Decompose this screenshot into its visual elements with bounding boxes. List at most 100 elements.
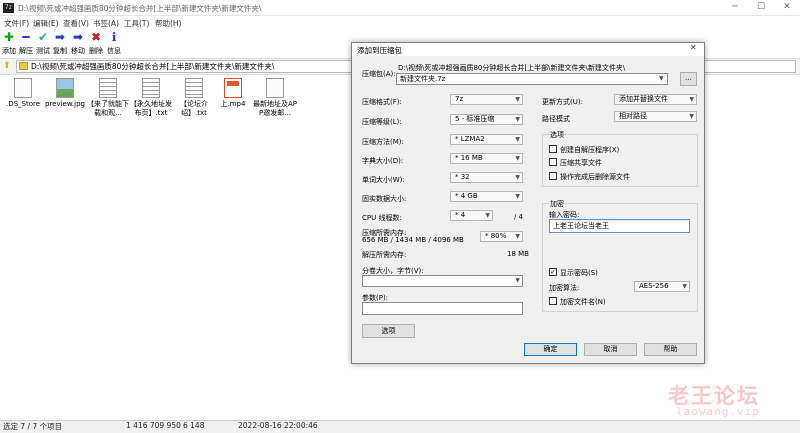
file-item[interactable]: 【来了就能下载和观...	[86, 78, 130, 118]
help-button[interactable]: 帮助	[644, 343, 697, 356]
delete-after-label: 操作完成后删除源文件	[560, 173, 630, 181]
level-value: 5 - 标准压缩	[455, 115, 495, 123]
file-item[interactable]: .DS_Store	[1, 78, 45, 109]
dictionary-label: 字典大小(D):	[362, 157, 404, 165]
menu-help[interactable]: 帮助(H)	[155, 18, 182, 29]
chevron-down-icon[interactable]: ▼	[659, 73, 668, 85]
chevron-down-icon: ▼	[515, 233, 520, 240]
encryption-method-value: AES-256	[639, 282, 669, 290]
text-file-icon	[185, 78, 203, 98]
compress-memory-detail: 656 MB / 1434 MB / 4096 MB	[362, 236, 464, 244]
solid-block-value: * 4 GB	[455, 192, 478, 200]
update-mode-select[interactable]: 添加并替换文件 ▼	[614, 94, 697, 105]
path-mode-label: 路径模式	[542, 115, 570, 123]
up-folder-icon[interactable]: ⬆	[3, 60, 13, 72]
extract-button[interactable]: ━ 解压	[18, 30, 34, 56]
memory-percent-select[interactable]: * 80% ▼	[480, 231, 523, 242]
cpu-threads-value: * 4	[455, 211, 466, 219]
word-size-label: 单词大小(W):	[362, 176, 405, 184]
chevron-down-icon: ▼	[689, 113, 694, 120]
encryption-method-select[interactable]: AES-256 ▼	[634, 281, 690, 292]
solid-block-label: 固实数据大小:	[362, 195, 407, 203]
show-password-label: 显示密码(S)	[560, 269, 598, 277]
folder-icon	[19, 62, 28, 70]
create-sfx-checkbox[interactable]	[549, 145, 557, 153]
chevron-down-icon: ▼	[515, 174, 520, 181]
split-volume-input[interactable]: ▼	[362, 275, 523, 287]
chevron-down-icon: ▼	[515, 277, 520, 284]
chevron-down-icon: ▼	[689, 96, 694, 103]
extract-label: 解压	[19, 47, 33, 55]
add-label: 添加	[2, 47, 16, 55]
method-value: * LZMA2	[455, 135, 485, 143]
delete-label: 删除	[89, 47, 103, 55]
move-button[interactable]: ➡ 移动	[70, 31, 86, 56]
extract-icon: ━	[22, 30, 30, 44]
7zip-app-icon: 7z	[3, 3, 14, 13]
menu-edit[interactable]: 编辑(E)	[33, 18, 59, 29]
text-file-icon	[99, 78, 117, 98]
delete-icon: ✖	[90, 30, 102, 44]
encrypt-names-label: 加密文件名(N)	[560, 298, 606, 306]
format-value: 7z	[455, 95, 464, 103]
encrypt-names-checkbox[interactable]	[549, 297, 557, 305]
test-label: 测试	[36, 47, 50, 55]
create-sfx-label: 创建自解压程序(X)	[560, 146, 620, 154]
copy-button[interactable]: ➡ 复制	[52, 31, 68, 56]
memory-percent-value: * 80%	[485, 232, 507, 240]
method-label: 压缩方法(M):	[362, 138, 404, 146]
password-input[interactable]: 上老王论坛当老王	[549, 219, 690, 233]
file-name: 上.mp4	[220, 100, 246, 108]
archive-label: 压缩包(A):	[362, 70, 396, 78]
info-button[interactable]: ℹ 信息	[106, 31, 122, 56]
show-password-checkbox[interactable]: ✓	[549, 268, 557, 276]
dictionary-select[interactable]: * 16 MB ▼	[450, 153, 523, 164]
menu-bar	[0, 16, 800, 29]
update-mode-value: 添加并替换文件	[619, 95, 668, 103]
file-item[interactable]: 最新地址及APP邀发邮...	[253, 78, 297, 118]
level-label: 压缩等级(L):	[362, 118, 402, 126]
close-button[interactable]: ✕	[774, 0, 800, 16]
dialog-close-button[interactable]: ✕	[690, 43, 697, 52]
decompress-memory-label: 解压所需内存:	[362, 251, 407, 259]
file-item[interactable]: 【永久地址发布页】.txt	[129, 78, 173, 118]
method-select[interactable]: * LZMA2 ▼	[450, 134, 523, 145]
chevron-down-icon: ▼	[485, 212, 490, 219]
encryption-group-title: 加密	[549, 199, 565, 209]
menu-view[interactable]: 查看(V)	[63, 18, 89, 29]
format-label: 压缩格式(F):	[362, 98, 402, 106]
delete-after-checkbox[interactable]	[549, 172, 557, 180]
compress-shared-checkbox[interactable]	[549, 158, 557, 166]
menu-file[interactable]: 文件(F)	[4, 18, 29, 29]
parameters-input[interactable]	[362, 302, 523, 315]
minimize-button[interactable]: ─	[722, 0, 748, 16]
decompress-memory-value: 18 MB	[507, 250, 529, 258]
file-item[interactable]: 【论坛介绍】.txt	[172, 78, 216, 118]
archive-name-input[interactable]: 新建文件夹.7z	[396, 73, 668, 85]
delete-button[interactable]: ✖ 删除	[88, 30, 104, 56]
cancel-button[interactable]: 取消	[584, 343, 637, 356]
menu-bookmarks[interactable]: 书签(A)	[93, 18, 119, 29]
file-item[interactable]: preview.jpg	[43, 78, 87, 109]
test-button[interactable]: ✔ 测试	[35, 31, 51, 56]
file-name: 【论坛介绍】.txt	[180, 100, 208, 117]
path-mode-select[interactable]: 相对路径 ▼	[614, 111, 697, 122]
status-packed: 6 148	[183, 421, 205, 430]
cpu-threads-max: / 4	[514, 213, 524, 221]
ok-button[interactable]: 确定	[524, 343, 577, 356]
cpu-threads-select[interactable]: * 4 ▼	[450, 210, 493, 221]
word-size-select[interactable]: * 32 ▼	[450, 172, 523, 183]
options-group-title: 选项	[549, 130, 565, 140]
add-button[interactable]: ✚ 添加	[1, 31, 17, 56]
file-name: 【永久地址发布页】.txt	[130, 100, 172, 117]
solid-block-select[interactable]: * 4 GB ▼	[450, 191, 523, 202]
chevron-down-icon: ▼	[515, 116, 520, 123]
file-item[interactable]: 上.mp4	[211, 78, 255, 109]
format-select[interactable]: 7z ▼	[450, 94, 523, 105]
menu-tools[interactable]: 工具(T)	[124, 18, 149, 29]
compress-shared-label: 压缩共享文件	[560, 159, 602, 167]
level-select[interactable]: 5 - 标准压缩 ▼	[450, 114, 523, 125]
maximize-button[interactable]: ☐	[748, 0, 774, 16]
options-button[interactable]: 选项	[362, 324, 415, 338]
browse-button[interactable]: ...	[680, 72, 697, 86]
